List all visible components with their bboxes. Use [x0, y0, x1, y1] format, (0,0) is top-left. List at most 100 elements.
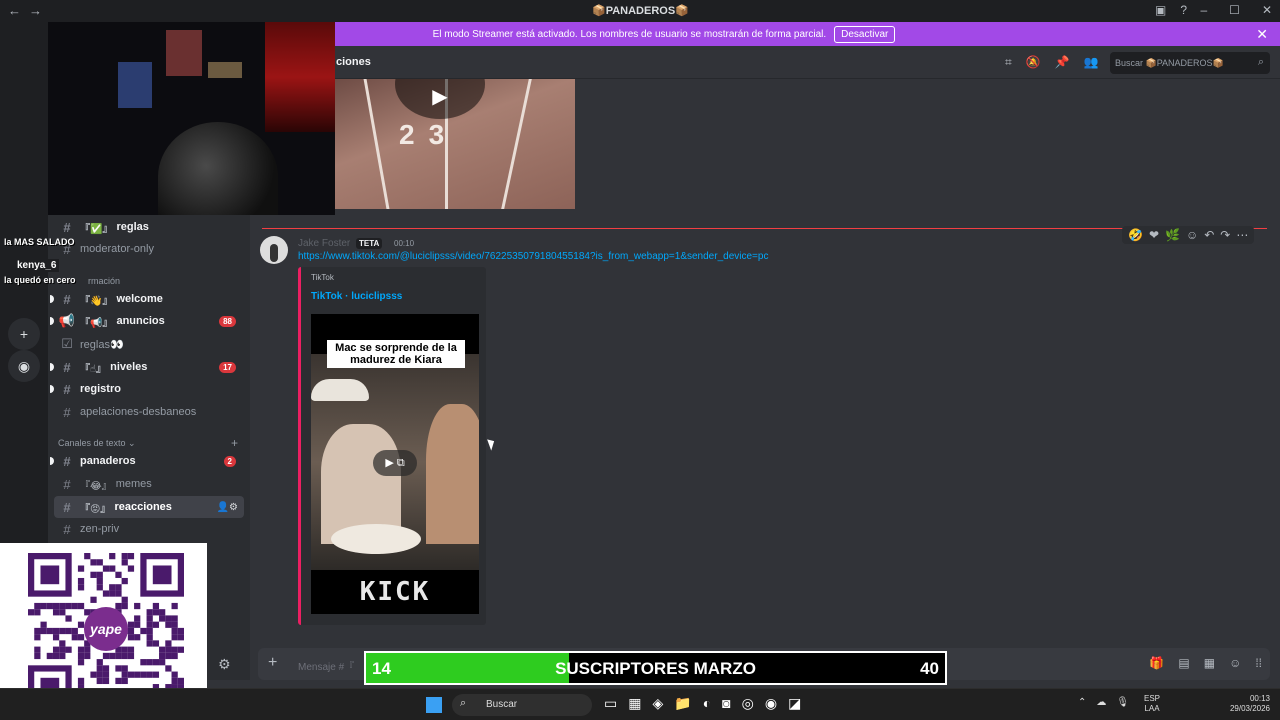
- pin-icon[interactable]: 📌: [1055, 55, 1070, 70]
- unread-badge: 2: [223, 455, 236, 467]
- search-input[interactable]: Buscar 📦PANADEROS📦 ⌕: [1110, 52, 1270, 74]
- hash-icon: #: [63, 453, 71, 469]
- sub-goal-label: SUSCRIPTORES MARZO: [555, 659, 756, 678]
- embed-title[interactable]: TikTok · luciclipsss: [311, 291, 402, 302]
- channel-registro[interactable]: # registro: [50, 378, 244, 400]
- disable-streamer-button[interactable]: Desactivar: [834, 25, 896, 43]
- message-author[interactable]: Jake Foster: [298, 238, 350, 249]
- hash-icon: #: [63, 499, 71, 515]
- reaction-heart-icon[interactable]: ❤: [1149, 228, 1159, 242]
- webcam-overlay: [48, 22, 335, 215]
- discord-icon[interactable]: ◙: [722, 695, 730, 712]
- mute-icon[interactable]: 🔕: [1026, 55, 1041, 70]
- onedrive-icon[interactable]: ☁: [1096, 697, 1106, 708]
- video-caption: Mac se sorprende de la madurez de Kiara: [327, 340, 465, 368]
- window-title: 📦PANADEROS📦: [592, 5, 689, 17]
- emoji-icon[interactable]: ☺: [1229, 656, 1241, 670]
- avatar[interactable]: [260, 236, 288, 264]
- paint-icon[interactable]: ◪: [788, 695, 801, 712]
- store-icon[interactable]: ▦: [628, 695, 641, 712]
- megaphone-icon: 📢: [58, 313, 76, 328]
- channel-apelaciones[interactable]: # apelaciones-desbaneos: [54, 401, 244, 423]
- mic-icon[interactable]: 🎙: [1116, 697, 1129, 708]
- sticker-icon[interactable]: ▦: [1204, 656, 1215, 670]
- maximize-button[interactable]: ☐: [1229, 3, 1240, 17]
- unread-indicator: [50, 363, 54, 371]
- input-icons: 🎁 ▤ ▦ ☺ ⁞⁞: [1149, 656, 1262, 670]
- embed-provider: TikTok: [311, 273, 334, 282]
- play-icon[interactable]: ▶: [395, 79, 485, 119]
- attach-icon[interactable]: +: [268, 654, 277, 672]
- role-tag: TETA: [356, 238, 383, 249]
- edge-icon[interactable]: ◐: [703, 695, 711, 712]
- gift-icon[interactable]: 🎁: [1149, 656, 1164, 670]
- user-settings-icon[interactable]: ⚙: [218, 656, 231, 673]
- add-reaction-icon[interactable]: ☺: [1186, 228, 1198, 242]
- threads-icon[interactable]: ⌗: [1005, 55, 1012, 70]
- more-icon[interactable]: ⋯: [1236, 228, 1248, 242]
- yape-logo: yape: [84, 607, 128, 651]
- reaction-laugh-icon[interactable]: 🤣: [1128, 228, 1143, 242]
- help-icon[interactable]: ?: [1180, 3, 1187, 17]
- chevron-up-icon[interactable]: ⌃: [1078, 697, 1086, 708]
- unread-badge: 88: [219, 315, 236, 327]
- embed-video[interactable]: Mac se sorprende de la madurez de Kiara …: [311, 314, 479, 614]
- add-server-icon[interactable]: +: [8, 318, 40, 350]
- obs-icon[interactable]: ◉: [765, 695, 777, 712]
- channel-settings-icon[interactable]: 👤⚙: [217, 502, 238, 513]
- unread-indicator: [50, 295, 54, 303]
- unread-badge: 17: [219, 361, 236, 373]
- message-link[interactable]: https://www.tiktok.com/@luciclipsss/vide…: [298, 251, 768, 262]
- category-info[interactable]: rmación: [88, 276, 120, 286]
- channel-moderator-only[interactable]: # moderator-only: [54, 238, 244, 260]
- previous-video-thumbnail[interactable]: 23 ▶: [335, 79, 575, 209]
- channel-zen-priv[interactable]: # zen-priv: [54, 518, 244, 540]
- hash-icon: #: [63, 404, 71, 420]
- hash-icon: #: [63, 476, 71, 492]
- taskbar-search[interactable]: ⌕ Buscar: [452, 694, 592, 716]
- apps-icon[interactable]: ⁞⁞: [1255, 656, 1262, 670]
- hash-icon: #: [63, 219, 71, 235]
- channel-niveles[interactable]: # 『☝』 niveles 17: [50, 356, 244, 378]
- channel-reacciones[interactable]: # 『😡』 reacciones 👤⚙: [54, 496, 244, 518]
- channel-welcome[interactable]: # 『👋』 welcome: [50, 288, 244, 310]
- stream-chat-user: kenya_6: [14, 259, 60, 272]
- sub-goal-bar: SUSCRIPTORES MARZO 14 40: [364, 651, 947, 685]
- search-icon: ⌕: [460, 697, 467, 709]
- channel-anuncios[interactable]: 📢 『📢』 anuncios 88: [50, 310, 244, 332]
- reaction-plant-icon[interactable]: 🌿: [1165, 228, 1180, 242]
- category-text-channels[interactable]: Canales de texto ⌄: [58, 438, 136, 449]
- taskbar-apps: ▭ ▦ ◈ 📁 ◐ ◙ ◎ ◉ ◪: [604, 695, 801, 712]
- close-icon[interactable]: ✕: [1256, 26, 1268, 43]
- channel-panaderos[interactable]: # panaderos 2: [50, 450, 244, 472]
- hash-icon: #: [63, 359, 71, 375]
- channel-reglas-rules[interactable]: ☑ reglas👀: [54, 333, 244, 355]
- taskbar-clock[interactable]: 00:13 29/03/2026: [1224, 694, 1270, 714]
- titlebar-icons: ▣ ?: [1155, 3, 1187, 17]
- header-icons: ⌗ 🔕 📌 👥: [1005, 55, 1099, 70]
- task-view-icon[interactable]: ▭: [604, 695, 617, 712]
- forward-icon[interactable]: ↷: [1220, 228, 1230, 242]
- explore-icon[interactable]: ◉: [8, 350, 40, 382]
- close-window-button[interactable]: ✕: [1262, 3, 1272, 17]
- sub-goal-current: 14: [372, 659, 391, 678]
- channel-reglas[interactable]: # 『✅』 reglas: [54, 216, 244, 238]
- system-tray: ⌃ ☁ 🎙: [1078, 697, 1129, 708]
- channel-header: ciones ⌗ 🔕 📌 👥 Buscar 📦PANADEROS📦 ⌕: [250, 46, 1280, 79]
- members-icon[interactable]: 👥: [1084, 55, 1099, 70]
- language-indicator[interactable]: ESP LAA: [1144, 694, 1160, 714]
- gif-icon[interactable]: ▤: [1178, 656, 1189, 670]
- file-explorer-icon[interactable]: 📁: [674, 695, 691, 712]
- minimize-button[interactable]: –: [1200, 3, 1207, 17]
- unread-indicator: [50, 385, 54, 393]
- play-icon[interactable]: ▶ ⧉: [373, 450, 417, 476]
- copilot-icon[interactable]: ◈: [652, 695, 663, 712]
- channel-memes[interactable]: # 『😂』 memes: [54, 473, 244, 495]
- create-channel-icon[interactable]: +: [231, 436, 238, 450]
- start-icon[interactable]: [426, 697, 442, 713]
- inbox-icon[interactable]: ▣: [1155, 3, 1166, 17]
- reply-icon[interactable]: ↶: [1204, 228, 1214, 242]
- xbox-icon[interactable]: ◎: [742, 695, 754, 712]
- nav-back-forward[interactable]: ←→: [8, 3, 50, 18]
- stream-chat-line: la quedó en cero: [4, 275, 76, 285]
